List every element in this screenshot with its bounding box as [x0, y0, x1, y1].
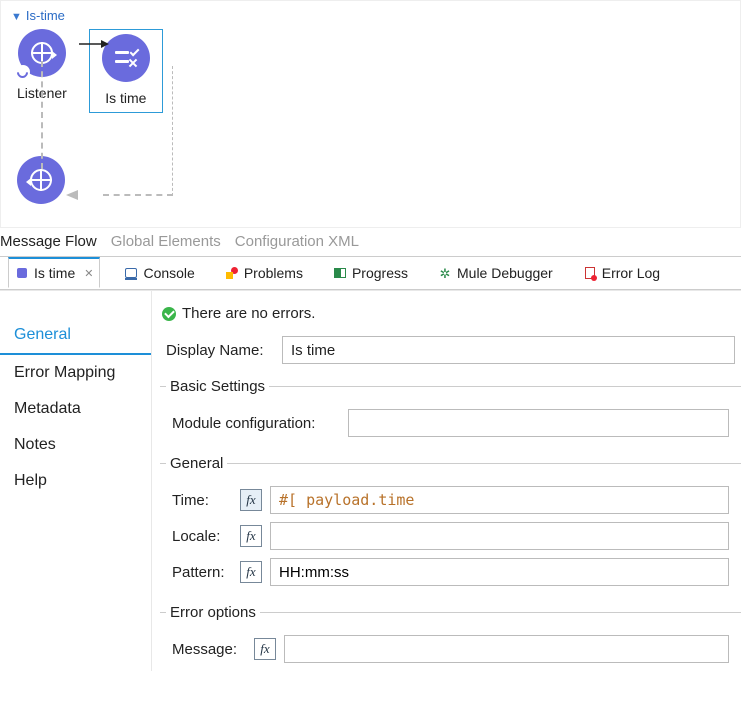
tab-label: Problems — [244, 265, 303, 281]
message-label: Message: — [172, 641, 246, 658]
view-tabs: Is time ✕ Console Problems Progress ✲ Mu… — [0, 256, 741, 290]
problems-icon — [226, 267, 238, 279]
tab-label: Progress — [352, 265, 408, 281]
node-icon — [17, 268, 27, 278]
tab-mule-debugger[interactable]: ✲ Mule Debugger — [432, 259, 559, 287]
properties-panel: General Error Mapping Metadata Notes Hel… — [0, 290, 741, 671]
sidebar-item-notes[interactable]: Notes — [0, 427, 151, 463]
node-listener[interactable]: Listener — [17, 29, 67, 113]
properties-main: There are no errors. Display Name: Basic… — [152, 291, 741, 671]
module-config-input[interactable] — [348, 409, 729, 437]
basic-settings-legend: Basic Settings — [166, 378, 269, 395]
tab-error-log[interactable]: Error Log — [577, 259, 666, 287]
sidebar-item-metadata[interactable]: Metadata — [0, 391, 151, 427]
bug-icon: ✲ — [438, 266, 452, 280]
time-input[interactable] — [270, 486, 729, 514]
editor-tabs: Message Flow Global Elements Configurati… — [0, 230, 741, 256]
display-name-input[interactable] — [282, 336, 735, 364]
display-name-label: Display Name: — [166, 342, 274, 359]
pattern-input[interactable] — [270, 558, 729, 586]
progress-icon — [334, 268, 346, 278]
basic-settings-group: Basic Settings Module configuration: — [160, 378, 741, 445]
sidebar-item-help[interactable]: Help — [0, 463, 151, 499]
validate-icon — [102, 34, 150, 82]
node-listener-response[interactable] — [17, 156, 65, 204]
fx-toggle-icon[interactable]: fx — [240, 489, 262, 511]
time-label: Time: — [172, 492, 232, 509]
console-icon — [125, 268, 137, 278]
flow-name: Is-time — [26, 8, 65, 23]
connector-arrow — [79, 37, 109, 49]
tab-message-flow[interactable]: Message Flow — [0, 233, 97, 250]
tab-global-elements[interactable]: Global Elements — [111, 233, 221, 250]
fx-toggle-icon[interactable]: fx — [240, 561, 262, 583]
sidebar-item-error-mapping[interactable]: Error Mapping — [0, 355, 151, 391]
sidebar-item-general[interactable]: General — [0, 317, 151, 355]
error-options-legend: Error options — [166, 604, 260, 621]
tab-label: Mule Debugger — [457, 265, 553, 281]
tab-label: Is time — [34, 265, 75, 281]
globe-in-icon — [18, 29, 66, 77]
pattern-label: Pattern: — [172, 564, 232, 581]
node-label: Is time — [105, 90, 146, 106]
fx-toggle-icon[interactable]: fx — [240, 525, 262, 547]
locale-input[interactable] — [270, 522, 729, 550]
ok-icon — [162, 307, 176, 321]
tab-config-xml[interactable]: Configuration XML — [235, 233, 359, 250]
status-bar: There are no errors. — [160, 301, 741, 332]
message-input[interactable] — [284, 635, 729, 663]
globe-out-icon — [17, 156, 65, 204]
collapse-toggle-icon[interactable]: ▼ — [11, 11, 22, 23]
tab-problems[interactable]: Problems — [219, 259, 309, 287]
general-legend: General — [166, 455, 227, 472]
properties-sidebar: General Error Mapping Metadata Notes Hel… — [0, 291, 152, 671]
locale-label: Locale: — [172, 528, 232, 545]
general-group: General Time: fx Locale: fx Pattern: fx — [160, 455, 741, 594]
display-name-row: Display Name: — [160, 332, 741, 368]
tab-is-time[interactable]: Is time ✕ — [8, 257, 100, 288]
module-config-label: Module configuration: — [172, 415, 340, 432]
error-options-group: Error options Message: fx — [160, 604, 741, 671]
error-log-icon — [585, 267, 595, 279]
status-text: There are no errors. — [182, 305, 315, 322]
flow-canvas: ▼ Is-time Listener Is time — [0, 0, 741, 228]
fx-toggle-icon[interactable]: fx — [254, 638, 276, 660]
tab-label: Error Log — [602, 265, 660, 281]
tab-label: Console — [143, 265, 194, 281]
flow-title[interactable]: ▼ Is-time — [11, 8, 735, 23]
dashed-arrow-icon — [66, 187, 78, 203]
tab-console[interactable]: Console — [118, 259, 200, 287]
node-label: Listener — [17, 85, 67, 101]
close-icon[interactable]: ✕ — [84, 267, 93, 280]
tab-progress[interactable]: Progress — [327, 259, 414, 287]
